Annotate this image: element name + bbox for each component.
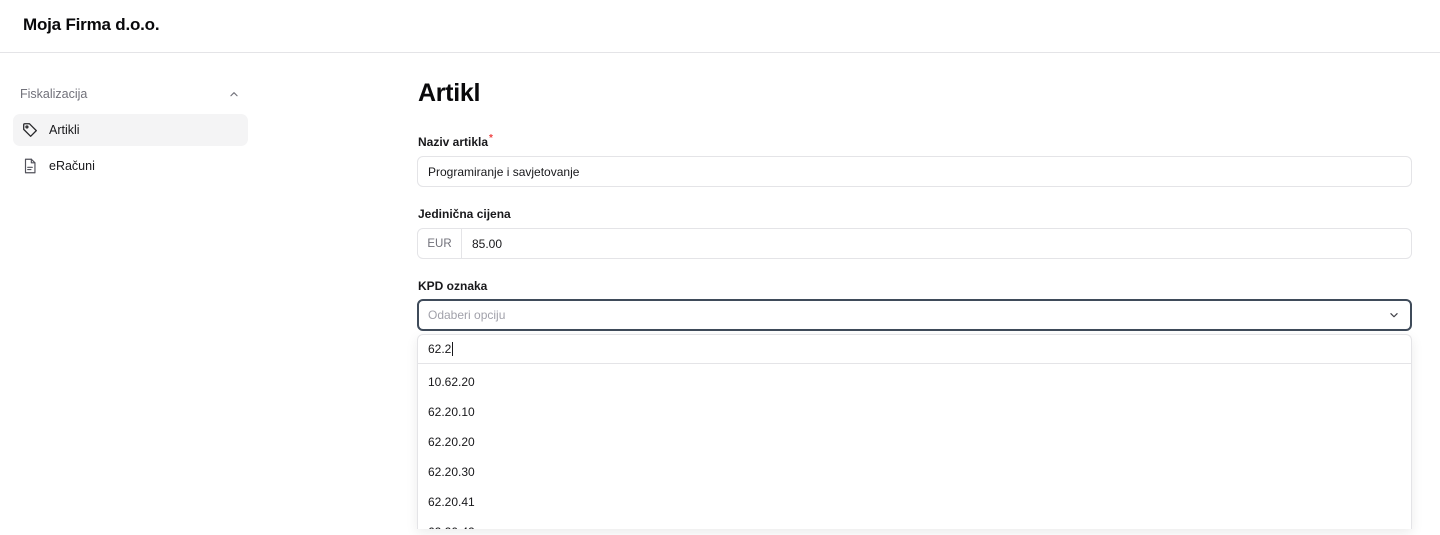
dropdown-option[interactable]: 62.20.41: [418, 487, 1411, 517]
chevron-up-icon: [230, 92, 238, 97]
company-name[interactable]: Moja Firma d.o.o.: [23, 15, 160, 35]
kpd-select[interactable]: Odaberi opciju: [417, 299, 1412, 331]
kpd-field-label: KPD oznaka: [418, 279, 488, 293]
kpd-search-value: 62.2: [428, 342, 452, 356]
sidebar-item-label: Artikli: [49, 123, 80, 137]
page-title: Artikl: [418, 79, 481, 107]
dropdown-option[interactable]: 62.20.30: [418, 457, 1411, 487]
name-field-label: Naziv artikla*: [418, 133, 493, 149]
dropdown-option[interactable]: 62.20.42: [418, 517, 1411, 529]
unit-price-input[interactable]: EUR 85.00: [417, 228, 1412, 259]
kpd-select-placeholder: Odaberi opciju: [428, 308, 506, 322]
price-field-label: Jedinična cijena: [418, 207, 511, 221]
sidebar-group-label: Fiskalizacija: [20, 87, 88, 101]
article-name-input[interactable]: Programiranje i savjetovanje: [417, 156, 1412, 187]
required-mark: *: [489, 133, 493, 144]
chevron-down-icon: [1390, 313, 1398, 318]
document-icon: [24, 158, 36, 174]
sidebar-group-fiskalizacija[interactable]: Fiskalizacija: [13, 80, 248, 108]
text-caret: [452, 342, 454, 356]
kpd-search-input[interactable]: 62.2: [418, 335, 1411, 364]
tag-icon: [23, 123, 37, 137]
sidebar-item-eracuni[interactable]: eRačuni: [13, 150, 248, 182]
sidebar: Fiskalizacija Artikli eRačuni: [0, 53, 262, 535]
dropdown-option[interactable]: 62.20.20: [418, 427, 1411, 457]
kpd-dropdown: 62.2 10.62.20 62.20.10 62.20.20 62.20.30…: [417, 334, 1412, 529]
dropdown-option[interactable]: 10.62.20: [418, 367, 1411, 397]
sidebar-item-label: eRačuni: [49, 159, 95, 173]
article-name-value: Programiranje i savjetovanje: [428, 164, 580, 179]
sidebar-item-artikli[interactable]: Artikli: [13, 114, 248, 146]
dropdown-option[interactable]: 62.20.10: [418, 397, 1411, 427]
currency-prefix: EUR: [418, 229, 462, 258]
top-bar: Moja Firma d.o.o.: [0, 0, 1440, 53]
unit-price-value: 85.00: [472, 236, 503, 251]
name-label-text: Naziv artikla: [418, 135, 489, 149]
